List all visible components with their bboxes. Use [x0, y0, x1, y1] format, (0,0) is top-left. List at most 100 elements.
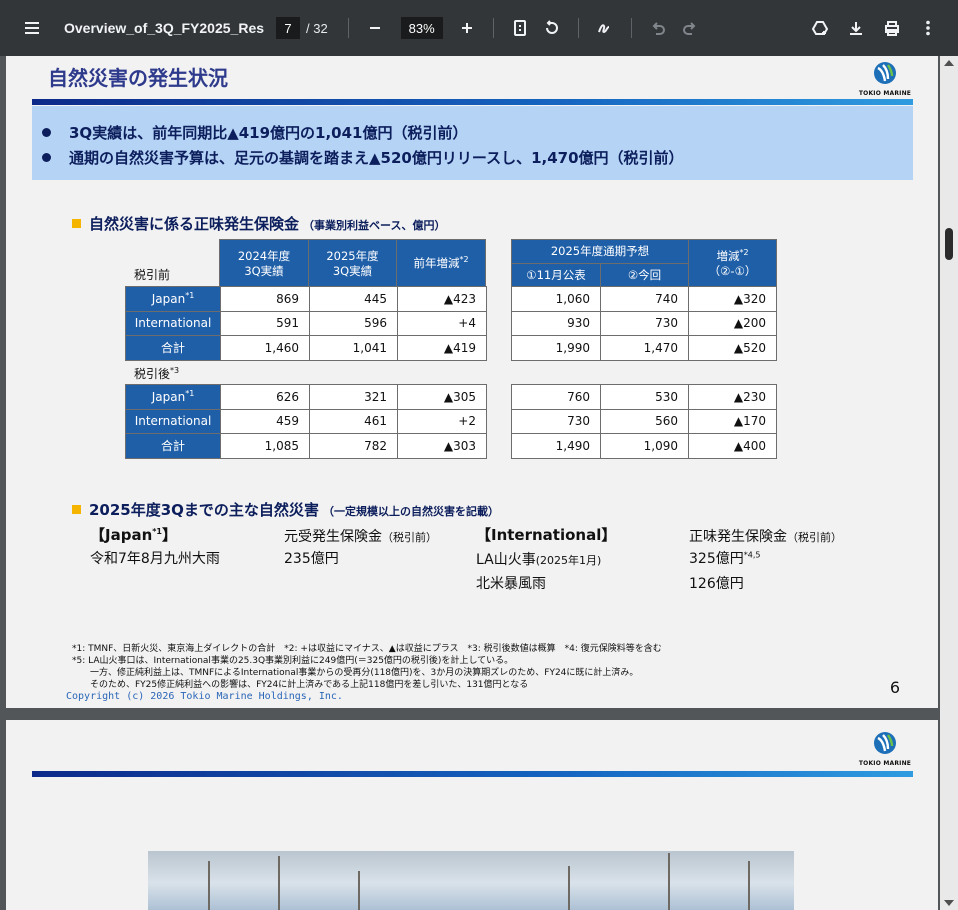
aftertax-label: 税引後*3 — [134, 365, 179, 382]
toolbar-divider — [347, 18, 349, 38]
footnote-line: そのため、FY25修正純利益への影響は、FY24に計上済みである上記118億円を… — [72, 680, 529, 690]
footnote-mark: *2 — [459, 255, 469, 265]
fit-page-icon[interactable] — [504, 12, 536, 44]
cell-value: 1,090 — [600, 433, 689, 459]
footnote-mark: *2 — [739, 247, 749, 257]
header-fy2025: 2025年度 3Q実績 — [308, 239, 397, 288]
cell-value: 782 — [309, 433, 398, 459]
section-heading: 2025年度3Qまでの主な自然災害 （一定規模以上の自然災害を記載） — [72, 499, 499, 520]
cell-value: ▲305 — [397, 384, 487, 410]
scrollbar[interactable] — [940, 56, 958, 910]
scrollbar-thumb[interactable] — [945, 228, 953, 260]
cell-value: 869 — [220, 286, 310, 312]
scroll-down-icon[interactable] — [944, 900, 954, 906]
cell-value: 1,990 — [511, 335, 601, 361]
annotate-icon[interactable] — [589, 12, 621, 44]
logo-text: TOKIO MARINE — [858, 760, 912, 767]
redo-icon[interactable] — [674, 12, 706, 44]
amount-text: 325億円 — [689, 551, 744, 567]
toolbar-divider — [630, 18, 632, 38]
cell-value: 1,060 — [511, 286, 601, 312]
japan-event: 令和7年8月九州大雨 — [90, 551, 220, 567]
copyright: Copyright (c) 2026 Tokio Marine Holdings… — [66, 691, 343, 702]
table-row: 1,490 1,090 ▲400 — [511, 433, 777, 459]
aftertax-results-table: Japan*1 626 321 ▲305 International 459 4… — [125, 384, 487, 459]
japan-heading-text: 【Japan — [90, 526, 153, 544]
footnote-line: *1: TMNF、日新火災、東京海上ダイレクトの合計 *2: +は収益にマイナス… — [72, 644, 662, 654]
results-header-table: 2024年度 3Q実績 2025年度 3Q実績 前年増減*2 — [219, 239, 486, 288]
drive-icon[interactable] — [804, 12, 836, 44]
event-note: (2025年1月) — [535, 554, 602, 567]
section-note: （事業別利益ベース、億円） — [303, 219, 446, 232]
header-text: 増減 — [716, 248, 740, 263]
cell-value: 445 — [309, 286, 398, 312]
cell-value: 560 — [600, 408, 689, 434]
cell-value: 596 — [309, 310, 398, 336]
header-diff: 増減*2 （②-①） — [688, 239, 777, 288]
cell-value: 1,490 — [511, 433, 601, 459]
header-forecast: 2025年度通期予想 — [511, 239, 689, 264]
cell-value: ▲303 — [397, 433, 487, 459]
undo-icon[interactable] — [642, 12, 674, 44]
event-text: LA山火事 — [476, 552, 536, 568]
column-header-text: 元受発生保険金 — [284, 529, 382, 545]
column-header-note: （税引前） — [382, 531, 437, 544]
summary-text: 3Q実績は、前年同期比▲419億円の1,041億円（税引前） — [69, 124, 468, 142]
header-fy2024: 2024年度 3Q実績 — [219, 239, 309, 288]
square-bullet-icon — [72, 505, 81, 514]
scroll-up-icon[interactable] — [944, 60, 954, 66]
section-heading: 自然災害に係る正味発生保険金 （事業別利益ベース、億円） — [72, 213, 445, 234]
summary-box: 3Q実績は、前年同期比▲419億円の1,041億円（税引前） 通期の自然災害予算… — [32, 106, 913, 180]
cell-value: ▲419 — [397, 335, 487, 361]
row-label: International — [125, 310, 221, 336]
cell-value: +2 — [397, 408, 487, 434]
cell-value: 730 — [600, 310, 689, 336]
table-row: Japan*1 869 445 ▲423 — [125, 286, 487, 312]
logo: TOKIO MARINE — [854, 730, 916, 767]
cell-value: 930 — [511, 310, 601, 336]
zoom-in-button[interactable] — [451, 12, 483, 44]
forecast-header-table: 2025年度通期予想 増減*2 （②-①） ①11月公表 ②今回 — [511, 239, 777, 288]
section-title: 自然災害に係る正味発生保険金 — [89, 215, 300, 233]
international-event: LA山火事(2025年1月) — [476, 549, 601, 569]
zoom-out-button[interactable] — [359, 12, 391, 44]
print-icon[interactable] — [876, 12, 908, 44]
logo-text: TOKIO MARINE — [858, 90, 912, 97]
cell-value: 321 — [309, 384, 398, 410]
summary-line: 3Q実績は、前年同期比▲419億円の1,041億円（税引前） — [42, 120, 913, 145]
toolbar-divider — [492, 18, 494, 38]
cell-value: 459 — [220, 408, 310, 434]
pretax-forecast-table: 1,060 740 ▲320 930 730 ▲200 1,990 1,470 … — [511, 286, 777, 361]
section-note: （一定規模以上の自然災害を記載） — [322, 505, 499, 518]
more-icon[interactable] — [912, 12, 944, 44]
footnote-mark: *1 — [185, 290, 195, 300]
header-yoy: 前年増減*2 — [396, 239, 486, 288]
cell-value: 626 — [220, 384, 310, 410]
header-nov: ①11月公表 — [511, 263, 601, 288]
japan-heading: 【Japan*1】 — [90, 524, 177, 545]
page-number-input[interactable]: 7 — [276, 17, 300, 39]
header-text: 前年増減 — [413, 256, 460, 270]
international-heading: 【International】 — [476, 526, 617, 544]
pdf-viewer[interactable]: 自然災害の発生状況 TOKIO MARINE 3Q実績は、前年同期比▲419億円… — [0, 56, 958, 910]
page-total: / 32 — [306, 20, 328, 36]
table-row: International 591 596 +4 — [125, 310, 487, 336]
cell-value: 730 — [511, 408, 601, 434]
table-row: 合計 1,085 782 ▲303 — [125, 433, 487, 459]
download-icon[interactable] — [840, 12, 872, 44]
row-label: Japan*1 — [125, 286, 221, 312]
footnote-mark: *1 — [152, 527, 162, 536]
aftertax-forecast-table: 760 530 ▲230 730 560 ▲170 1,490 1,090 ▲4… — [511, 384, 777, 459]
table-row: International 459 461 +2 — [125, 408, 487, 434]
rotate-icon[interactable] — [536, 12, 568, 44]
column-header-note: （税引前） — [787, 531, 842, 544]
menu-icon[interactable] — [16, 12, 48, 44]
summary-text: 通期の自然災害予算は、足元の基調を踏まえ▲520億円リリースし、1,470億円（… — [69, 149, 684, 167]
footnote-mark: *4,5 — [743, 550, 761, 560]
zoom-input[interactable]: 83% — [400, 17, 443, 39]
row-label: 合計 — [125, 433, 221, 459]
table-row: 730 560 ▲170 — [511, 408, 777, 434]
toolbar-divider — [577, 18, 579, 38]
cell-value: 1,085 — [220, 433, 310, 459]
summary-line: 通期の自然災害予算は、足元の基調を踏まえ▲520億円リリースし、1,470億円（… — [42, 145, 913, 170]
